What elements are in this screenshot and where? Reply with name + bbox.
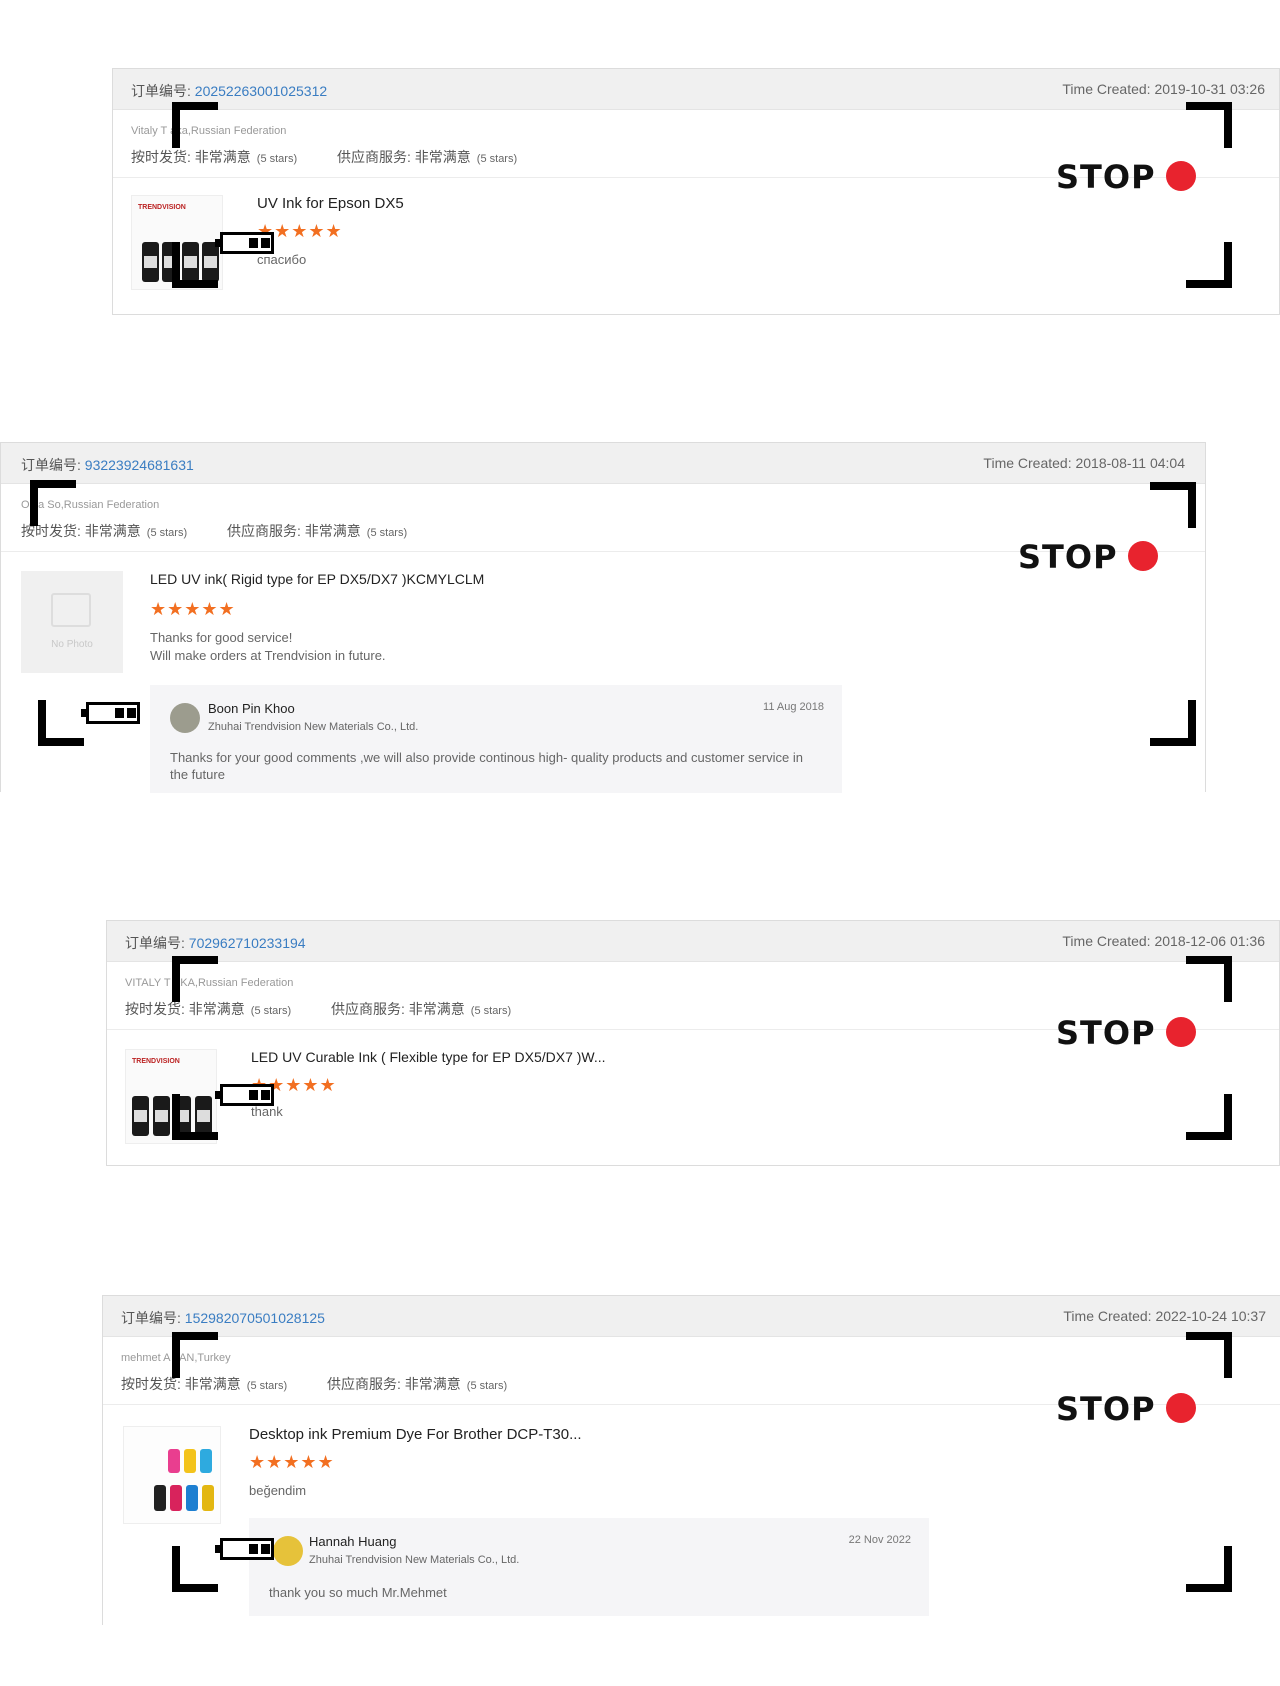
focus-corner-bottom-left xyxy=(38,700,84,746)
brand-logo: TRENDVISION xyxy=(138,204,186,211)
stop-indicator: STOP xyxy=(1056,1014,1196,1052)
focus-corner-bottom-right xyxy=(1186,1094,1232,1140)
focus-corner-bottom-right xyxy=(1150,700,1196,746)
battery-icon xyxy=(215,1538,274,1560)
focus-corner-bottom-left xyxy=(172,1094,218,1140)
time-created: Time Created: 2018-12-06 01:36 xyxy=(1062,933,1265,949)
rating-summary: 按时发货: 非常满意 (5 stars) 供应商服务: 非常满意 (5 stars) xyxy=(131,149,518,165)
ink-bottle-icon xyxy=(142,242,159,282)
review-comment: Thanks for good service! Will make order… xyxy=(150,630,386,663)
card-header: 订单编号: 702962710233194 Time Created: 2018… xyxy=(107,921,1279,962)
focus-corner-bottom-right xyxy=(1186,1546,1232,1592)
record-dot-icon xyxy=(1127,541,1158,571)
product-thumbnail[interactable] xyxy=(123,1426,221,1524)
reply-author: Hannah Huang xyxy=(309,1534,397,1549)
bottle-icon xyxy=(200,1449,212,1473)
focus-corner-top-right xyxy=(1150,482,1196,528)
record-dot-icon xyxy=(1165,1393,1196,1423)
focus-corner-bottom-left xyxy=(172,1546,218,1592)
order-number-link[interactable]: 93223924681631 xyxy=(85,457,194,473)
review-card: 订单编号: 152982070501028125 Time Created: 2… xyxy=(102,1295,1280,1625)
order-number-label: 订单编号: 152982070501028125 xyxy=(121,1310,325,1326)
focus-corner-top-left xyxy=(30,480,76,526)
bottle-icon xyxy=(154,1485,166,1511)
focus-corner-top-right xyxy=(1186,102,1232,148)
reply-date: 22 Nov 2022 xyxy=(848,1534,911,1546)
focus-corner-bottom-left xyxy=(172,242,218,288)
product-title[interactable]: Desktop ink Premium Dye For Brother DCP-… xyxy=(249,1426,582,1443)
bottle-icon xyxy=(186,1485,198,1511)
reply-text: thank you so much Mr.Mehmet xyxy=(269,1585,447,1600)
stop-indicator: STOP xyxy=(1056,1390,1196,1428)
record-dot-icon xyxy=(1165,161,1196,191)
focus-corner-bottom-right xyxy=(1186,242,1232,288)
product-title[interactable]: LED UV ink( Rigid type for EP DX5/DX7 )K… xyxy=(150,571,484,587)
reply-company: Zhuhai Trendvision New Materials Co., Lt… xyxy=(309,1554,520,1566)
focus-corner-top-right xyxy=(1186,1332,1232,1378)
reply-text: Thanks for your good comments ,we will a… xyxy=(170,750,803,782)
order-number-label: 订单编号: 702962710233194 xyxy=(125,935,306,951)
ink-bottle-icon xyxy=(153,1096,170,1136)
product-thumbnail[interactable]: No Photo xyxy=(21,571,123,673)
record-dot-icon xyxy=(1165,1017,1196,1047)
card-header: 订单编号: 93223924681631 Time Created: 2018-… xyxy=(1,443,1205,484)
product-title[interactable]: UV Ink for Epson DX5 xyxy=(257,195,404,212)
battery-icon xyxy=(81,702,140,724)
rating-summary: 按时发货: 非常满意 (5 stars) 供应商服务: 非常满意 (5 stars) xyxy=(21,523,408,539)
order-number-label: 订单编号: 93223924681631 xyxy=(21,457,194,473)
order-number-label: 订单编号: 20252263001025312 xyxy=(131,83,328,99)
review-comment: beğendim xyxy=(249,1483,307,1498)
focus-corner-top-right xyxy=(1186,956,1232,1002)
seller-reply: Boon Pin Khoo Zhuhai Trendvision New Mat… xyxy=(150,685,842,793)
bottle-icon xyxy=(202,1485,214,1511)
bottle-icon xyxy=(168,1449,180,1473)
stop-indicator: STOP xyxy=(1018,538,1158,576)
ink-bottle-icon xyxy=(132,1096,149,1136)
brand-logo: TRENDVISION xyxy=(132,1058,180,1065)
avatar xyxy=(170,703,200,733)
image-placeholder-icon xyxy=(51,593,91,627)
star-rating: ★★★★★ xyxy=(249,1452,335,1472)
time-created: Time Created: 2018-08-11 04:04 xyxy=(983,455,1185,471)
bottle-icon xyxy=(170,1485,182,1511)
order-number-link[interactable]: 152982070501028125 xyxy=(185,1310,325,1326)
order-number-link[interactable]: 20252263001025312 xyxy=(195,83,327,99)
reply-company: Zhuhai Trendvision New Materials Co., Lt… xyxy=(208,721,419,733)
avatar xyxy=(273,1536,303,1566)
product-title[interactable]: LED UV Curable Ink ( Flexible type for E… xyxy=(251,1049,606,1065)
stop-indicator: STOP xyxy=(1056,158,1196,196)
star-rating: ★★★★★ xyxy=(150,599,236,619)
no-photo-label: No Photo xyxy=(51,639,93,650)
card-header: 订单编号: 152982070501028125 Time Created: 2… xyxy=(103,1296,1280,1337)
order-number-link[interactable]: 702962710233194 xyxy=(189,935,306,951)
seller-reply: Hannah Huang Zhuhai Trendvision New Mate… xyxy=(249,1518,929,1616)
reply-date: 11 Aug 2018 xyxy=(763,701,824,713)
time-created: Time Created: 2019-10-31 03:26 xyxy=(1062,81,1265,97)
battery-icon xyxy=(215,232,274,254)
focus-corner-top-left xyxy=(172,1332,218,1378)
time-created: Time Created: 2022-10-24 10:37 xyxy=(1063,1308,1266,1324)
battery-icon xyxy=(215,1084,274,1106)
focus-corner-top-left xyxy=(172,956,218,1002)
reply-author: Boon Pin Khoo xyxy=(208,701,295,716)
rating-summary: 按时发货: 非常满意 (5 stars) 供应商服务: 非常满意 (5 stars) xyxy=(125,1001,512,1017)
bottle-icon xyxy=(184,1449,196,1473)
review-card: 订单编号: 93223924681631 Time Created: 2018-… xyxy=(0,442,1206,793)
focus-corner-top-left xyxy=(172,102,218,148)
card-header: 订单编号: 20252263001025312 Time Created: 20… xyxy=(113,69,1279,110)
